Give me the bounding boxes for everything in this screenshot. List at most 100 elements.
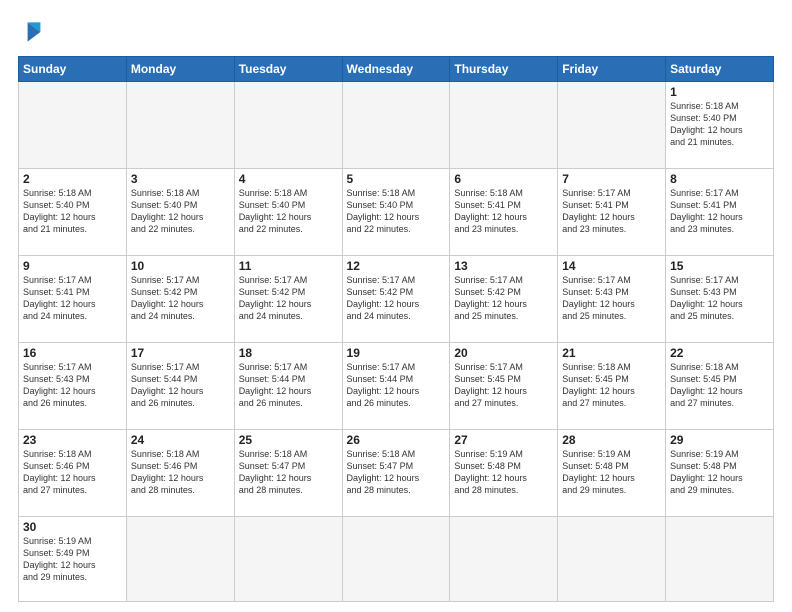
day-info: Sunrise: 5:19 AMSunset: 5:48 PMDaylight:…	[562, 448, 661, 497]
col-header-friday: Friday	[558, 57, 666, 82]
day-number: 2	[23, 172, 122, 186]
calendar-header-row: SundayMondayTuesdayWednesdayThursdayFrid…	[19, 57, 774, 82]
day-number: 20	[454, 346, 553, 360]
day-info: Sunrise: 5:18 AMSunset: 5:40 PMDaylight:…	[131, 187, 230, 236]
calendar-cell: 4Sunrise: 5:18 AMSunset: 5:40 PMDaylight…	[234, 168, 342, 255]
calendar-week-6: 30Sunrise: 5:19 AMSunset: 5:49 PMDayligh…	[19, 516, 774, 601]
calendar-cell: 14Sunrise: 5:17 AMSunset: 5:43 PMDayligh…	[558, 255, 666, 342]
day-number: 22	[670, 346, 769, 360]
day-info: Sunrise: 5:17 AMSunset: 5:43 PMDaylight:…	[562, 274, 661, 323]
day-number: 3	[131, 172, 230, 186]
calendar-cell: 1Sunrise: 5:18 AMSunset: 5:40 PMDaylight…	[666, 82, 774, 169]
calendar-table: SundayMondayTuesdayWednesdayThursdayFrid…	[18, 56, 774, 602]
day-info: Sunrise: 5:17 AMSunset: 5:42 PMDaylight:…	[131, 274, 230, 323]
calendar-week-1: 1Sunrise: 5:18 AMSunset: 5:40 PMDaylight…	[19, 82, 774, 169]
calendar-cell: 13Sunrise: 5:17 AMSunset: 5:42 PMDayligh…	[450, 255, 558, 342]
calendar-cell: 7Sunrise: 5:17 AMSunset: 5:41 PMDaylight…	[558, 168, 666, 255]
calendar-cell: 24Sunrise: 5:18 AMSunset: 5:46 PMDayligh…	[126, 429, 234, 516]
calendar-cell: 17Sunrise: 5:17 AMSunset: 5:44 PMDayligh…	[126, 342, 234, 429]
calendar-cell: 16Sunrise: 5:17 AMSunset: 5:43 PMDayligh…	[19, 342, 127, 429]
day-number: 30	[23, 520, 122, 534]
calendar-cell: 18Sunrise: 5:17 AMSunset: 5:44 PMDayligh…	[234, 342, 342, 429]
calendar-week-5: 23Sunrise: 5:18 AMSunset: 5:46 PMDayligh…	[19, 429, 774, 516]
day-info: Sunrise: 5:18 AMSunset: 5:41 PMDaylight:…	[454, 187, 553, 236]
day-info: Sunrise: 5:18 AMSunset: 5:40 PMDaylight:…	[239, 187, 338, 236]
calendar-cell: 20Sunrise: 5:17 AMSunset: 5:45 PMDayligh…	[450, 342, 558, 429]
calendar-cell: 10Sunrise: 5:17 AMSunset: 5:42 PMDayligh…	[126, 255, 234, 342]
calendar-cell	[450, 516, 558, 601]
calendar-cell: 23Sunrise: 5:18 AMSunset: 5:46 PMDayligh…	[19, 429, 127, 516]
day-number: 28	[562, 433, 661, 447]
col-header-sunday: Sunday	[19, 57, 127, 82]
day-info: Sunrise: 5:18 AMSunset: 5:47 PMDaylight:…	[347, 448, 446, 497]
calendar-cell: 8Sunrise: 5:17 AMSunset: 5:41 PMDaylight…	[666, 168, 774, 255]
calendar-cell	[558, 516, 666, 601]
day-info: Sunrise: 5:18 AMSunset: 5:40 PMDaylight:…	[347, 187, 446, 236]
calendar-cell	[450, 82, 558, 169]
header	[18, 16, 774, 48]
day-info: Sunrise: 5:18 AMSunset: 5:46 PMDaylight:…	[131, 448, 230, 497]
day-number: 14	[562, 259, 661, 273]
calendar-cell: 30Sunrise: 5:19 AMSunset: 5:49 PMDayligh…	[19, 516, 127, 601]
day-number: 11	[239, 259, 338, 273]
day-number: 19	[347, 346, 446, 360]
day-number: 8	[670, 172, 769, 186]
calendar-cell	[126, 516, 234, 601]
day-info: Sunrise: 5:18 AMSunset: 5:45 PMDaylight:…	[670, 361, 769, 410]
calendar-cell: 5Sunrise: 5:18 AMSunset: 5:40 PMDaylight…	[342, 168, 450, 255]
day-number: 26	[347, 433, 446, 447]
day-info: Sunrise: 5:18 AMSunset: 5:40 PMDaylight:…	[23, 187, 122, 236]
day-number: 29	[670, 433, 769, 447]
day-info: Sunrise: 5:17 AMSunset: 5:43 PMDaylight:…	[670, 274, 769, 323]
calendar-cell: 19Sunrise: 5:17 AMSunset: 5:44 PMDayligh…	[342, 342, 450, 429]
col-header-saturday: Saturday	[666, 57, 774, 82]
calendar-cell: 11Sunrise: 5:17 AMSunset: 5:42 PMDayligh…	[234, 255, 342, 342]
day-info: Sunrise: 5:17 AMSunset: 5:44 PMDaylight:…	[131, 361, 230, 410]
day-info: Sunrise: 5:17 AMSunset: 5:41 PMDaylight:…	[670, 187, 769, 236]
day-number: 7	[562, 172, 661, 186]
day-info: Sunrise: 5:19 AMSunset: 5:49 PMDaylight:…	[23, 535, 122, 584]
calendar-cell	[126, 82, 234, 169]
day-info: Sunrise: 5:19 AMSunset: 5:48 PMDaylight:…	[454, 448, 553, 497]
calendar-week-3: 9Sunrise: 5:17 AMSunset: 5:41 PMDaylight…	[19, 255, 774, 342]
day-info: Sunrise: 5:17 AMSunset: 5:41 PMDaylight:…	[23, 274, 122, 323]
logo	[18, 16, 54, 48]
day-number: 9	[23, 259, 122, 273]
day-number: 13	[454, 259, 553, 273]
day-number: 27	[454, 433, 553, 447]
day-info: Sunrise: 5:19 AMSunset: 5:48 PMDaylight:…	[670, 448, 769, 497]
day-info: Sunrise: 5:17 AMSunset: 5:41 PMDaylight:…	[562, 187, 661, 236]
calendar-cell: 9Sunrise: 5:17 AMSunset: 5:41 PMDaylight…	[19, 255, 127, 342]
calendar-cell: 27Sunrise: 5:19 AMSunset: 5:48 PMDayligh…	[450, 429, 558, 516]
day-info: Sunrise: 5:17 AMSunset: 5:44 PMDaylight:…	[239, 361, 338, 410]
day-info: Sunrise: 5:18 AMSunset: 5:40 PMDaylight:…	[670, 100, 769, 149]
day-number: 18	[239, 346, 338, 360]
page: SundayMondayTuesdayWednesdayThursdayFrid…	[0, 0, 792, 612]
calendar-cell: 25Sunrise: 5:18 AMSunset: 5:47 PMDayligh…	[234, 429, 342, 516]
day-number: 21	[562, 346, 661, 360]
calendar-week-4: 16Sunrise: 5:17 AMSunset: 5:43 PMDayligh…	[19, 342, 774, 429]
col-header-tuesday: Tuesday	[234, 57, 342, 82]
calendar-cell	[342, 516, 450, 601]
day-number: 17	[131, 346, 230, 360]
calendar-cell	[234, 82, 342, 169]
day-number: 15	[670, 259, 769, 273]
calendar-cell	[666, 516, 774, 601]
col-header-monday: Monday	[126, 57, 234, 82]
day-number: 25	[239, 433, 338, 447]
calendar-cell: 2Sunrise: 5:18 AMSunset: 5:40 PMDaylight…	[19, 168, 127, 255]
day-info: Sunrise: 5:17 AMSunset: 5:42 PMDaylight:…	[454, 274, 553, 323]
day-info: Sunrise: 5:18 AMSunset: 5:46 PMDaylight:…	[23, 448, 122, 497]
day-info: Sunrise: 5:18 AMSunset: 5:47 PMDaylight:…	[239, 448, 338, 497]
day-number: 4	[239, 172, 338, 186]
logo-icon	[18, 16, 50, 48]
day-number: 12	[347, 259, 446, 273]
day-number: 16	[23, 346, 122, 360]
calendar-cell: 29Sunrise: 5:19 AMSunset: 5:48 PMDayligh…	[666, 429, 774, 516]
calendar-cell: 15Sunrise: 5:17 AMSunset: 5:43 PMDayligh…	[666, 255, 774, 342]
day-info: Sunrise: 5:17 AMSunset: 5:45 PMDaylight:…	[454, 361, 553, 410]
calendar-cell: 22Sunrise: 5:18 AMSunset: 5:45 PMDayligh…	[666, 342, 774, 429]
day-info: Sunrise: 5:17 AMSunset: 5:42 PMDaylight:…	[347, 274, 446, 323]
calendar-cell	[234, 516, 342, 601]
day-number: 5	[347, 172, 446, 186]
